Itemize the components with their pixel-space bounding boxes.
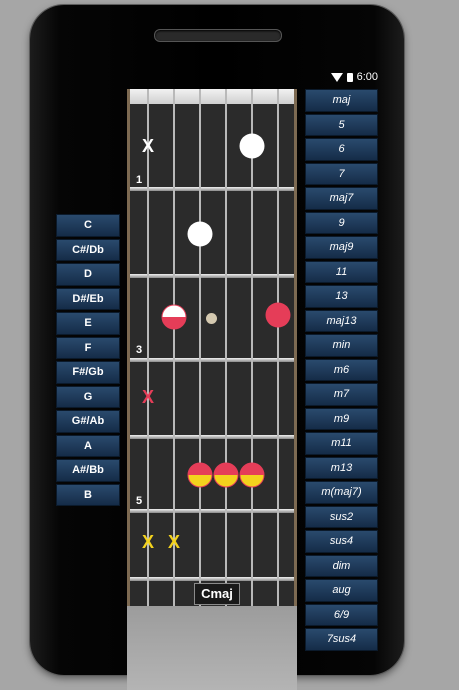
muted-string-mark: X [141,532,155,552]
chord-type-button[interactable]: m6 [305,358,378,381]
chord-type-list: maj 5 6 7 maj7 9 maj9 11 13 maj13 min m6… [305,89,378,653]
chord-type-button[interactable]: m(maj7) [305,481,378,504]
root-note-dot [265,302,291,328]
chord-type-button[interactable]: 9 [305,211,378,234]
fret-number: 3 [136,344,143,356]
chord-type-button[interactable]: 7 [305,162,378,185]
root-third-dot [239,462,265,488]
fret-line [130,577,294,581]
root-fifth-dot [161,304,187,330]
root-button[interactable]: G [56,385,120,408]
muted-string-mark: X [141,387,155,407]
fret-line [130,509,294,513]
chord-type-button[interactable]: 7sus4 [305,628,378,651]
chord-type-button[interactable]: sus4 [305,530,378,553]
status-time: 6:00 [356,71,378,83]
chord-type-button[interactable]: dim [305,554,378,577]
fret-number: 5 [136,495,143,507]
root-button[interactable]: A#/Bb [56,459,120,482]
root-button[interactable]: C [56,214,120,237]
string-1 [277,89,279,606]
root-button[interactable]: B [56,483,120,506]
chord-type-button[interactable]: m11 [305,432,378,455]
chord-type-button[interactable]: 6 [305,138,378,161]
chord-type-button[interactable]: aug [305,579,378,602]
root-button[interactable]: F [56,336,120,359]
fret-line [130,358,294,362]
speaker-grille [154,29,282,42]
fretboard[interactable]: 1 3 5 X X X X [127,89,297,606]
status-bar: 6:00 [330,71,378,83]
chord-type-button[interactable]: maj7 [305,187,378,210]
root-button[interactable]: G#/Ab [56,410,120,433]
chord-type-button[interactable]: 13 [305,285,378,308]
root-note-list: C C#/Db D D#/Eb E F F#/Gb G G#/Ab A A#/B… [56,214,120,508]
muted-string-mark: X [141,136,155,156]
chord-type-button[interactable]: maj [305,89,378,112]
string-2 [251,89,253,606]
string-5 [173,89,175,606]
root-button[interactable]: A [56,434,120,457]
chord-name-label: Cmaj [194,583,240,605]
chord-type-button[interactable]: m13 [305,456,378,479]
root-button[interactable]: D [56,263,120,286]
fret-line [130,187,294,191]
nut [130,89,294,104]
chord-type-button[interactable]: 11 [305,260,378,283]
chord-type-button[interactable]: 6/9 [305,603,378,626]
string-4 [199,89,201,606]
muted-string-mark: X [167,532,181,552]
chord-type-button[interactable]: m9 [305,407,378,430]
screen-background [127,606,297,690]
fifth-note-dot [239,133,265,159]
chord-type-button[interactable]: 5 [305,113,378,136]
chord-type-button[interactable]: min [305,334,378,357]
root-button[interactable]: C#/Db [56,238,120,261]
fifth-note-dot [187,221,213,247]
wifi-icon [330,72,343,82]
string-3 [225,89,227,606]
chord-type-button[interactable]: m7 [305,383,378,406]
root-button[interactable]: F#/Gb [56,361,120,384]
root-button[interactable]: E [56,312,120,335]
root-button[interactable]: D#/Eb [56,287,120,310]
fret-line [130,274,294,278]
fret-inlay [206,313,217,324]
chord-type-button[interactable]: maj9 [305,236,378,259]
battery-icon [346,72,353,82]
root-third-dot [187,462,213,488]
chord-type-button[interactable]: sus2 [305,505,378,528]
string-6 [147,89,149,606]
fret-line [130,435,294,439]
chord-type-button[interactable]: maj13 [305,309,378,332]
fret-number: 1 [136,174,143,186]
root-third-dot [213,462,239,488]
